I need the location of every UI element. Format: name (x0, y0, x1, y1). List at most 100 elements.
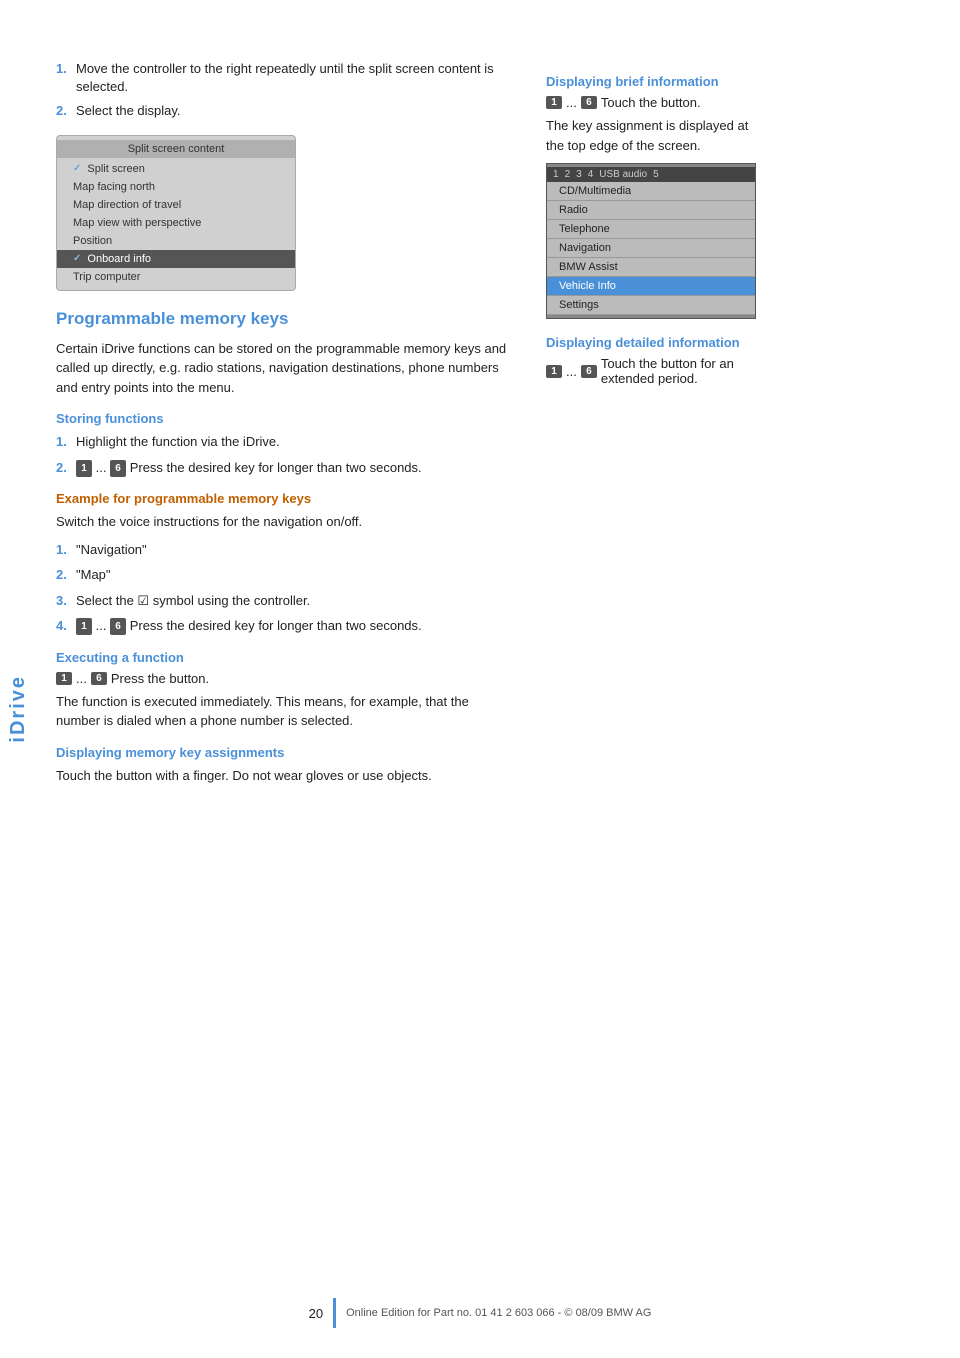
right-screen-topbar: 1 2 3 4 USB audio 5 (547, 167, 755, 182)
step-num-2: 2. (56, 102, 70, 120)
left-column: 1. Move the controller to the right repe… (56, 60, 516, 1318)
example-intro: Switch the voice instructions for the na… (56, 512, 516, 532)
screen-item-trip-label: Trip computer (73, 271, 140, 283)
intro-steps: 1. Move the controller to the right repe… (56, 60, 516, 121)
right-item-settings: Settings (547, 296, 755, 315)
example-heading: Example for programmable memory keys (56, 491, 516, 506)
check-icon-onboard: ✓ (73, 253, 81, 264)
screen-title-bar: Split screen content (57, 140, 295, 158)
example-step-2-num: 2. (56, 565, 70, 585)
key-badge-brief-1: 1 (546, 96, 562, 109)
check-icon-split: ✓ (73, 163, 81, 174)
screen-title-text: Split screen content (128, 143, 225, 155)
key-badge-1a: 1 (76, 460, 92, 477)
screen-item-split: ✓ Split screen (57, 160, 295, 178)
executing-suffix: Press the button. (111, 671, 209, 686)
storing-step-2: 2. 1 ... 6 Press the desired key for lon… (56, 458, 516, 478)
storing-step-1-num: 1. (56, 432, 70, 452)
brief-text: The key assignment is displayed at the t… (546, 116, 766, 155)
example-step-4-text: Press the desired key for longer than tw… (130, 618, 422, 633)
key-badge-6a: 6 (110, 460, 126, 477)
key-badge-6b: 6 (110, 618, 126, 635)
screen-item-position-label: Position (73, 235, 112, 247)
storing-step-2-num: 2. (56, 458, 70, 478)
main-content: 1. Move the controller to the right repe… (36, 0, 960, 1358)
programmable-intro: Certain iDrive functions can be stored o… (56, 339, 516, 398)
detailed-keys-line: 1 ... 6 Touch the button for an extended… (546, 356, 766, 386)
sidebar-label: iDrive (0, 0, 36, 1358)
screen-item-direction-label: Map direction of travel (73, 199, 181, 211)
sidebar-text: iDrive (7, 675, 30, 743)
example-step-3: 3. Select the ☑ symbol using the control… (56, 591, 516, 611)
right-item-navigation: Navigation (547, 239, 755, 258)
programmable-heading: Programmable memory keys (56, 309, 516, 329)
example-step-2-text: "Map" (76, 565, 111, 585)
right-item-radio: Radio (547, 201, 755, 220)
topbar-4: 4 (588, 169, 594, 180)
intro-step-2: 2. Select the display. (56, 102, 516, 120)
screen-item-split-label: Split screen (87, 163, 144, 175)
topbar-usb: USB audio (599, 169, 647, 180)
page-container: iDrive 1. Move the controller to the rig… (0, 0, 960, 1358)
topbar-3: 3 (576, 169, 582, 180)
brief-keys-line: 1 ... 6 Touch the button. (546, 95, 766, 110)
executing-text: The function is executed immediately. Th… (56, 692, 516, 731)
screen-item-trip: Trip computer (57, 268, 295, 286)
detailed-text: Touch the button for an extended period. (601, 356, 766, 386)
right-item-telephone: Telephone (547, 220, 755, 239)
right-item-cd: CD/Multimedia (547, 182, 755, 201)
screen-item-perspective-label: Map view with perspective (73, 217, 201, 229)
screen-item-perspective: Map view with perspective (57, 214, 295, 232)
key-badge-brief-6: 6 (581, 96, 597, 109)
screen-item-onboard-label: Onboard info (87, 253, 151, 265)
topbar-5: 5 (653, 169, 659, 180)
detailed-heading: Displaying detailed information (546, 335, 766, 350)
display-assignments-text: Touch the button with a finger. Do not w… (56, 766, 516, 786)
example-step-1-num: 1. (56, 540, 70, 560)
executing-ellipsis: ... (76, 671, 87, 686)
brief-heading: Displaying brief information (546, 74, 766, 89)
example-step-3-num: 3. (56, 591, 70, 611)
footer: 20 Online Edition for Part no. 01 41 2 6… (0, 1298, 960, 1328)
topbar-text: 1 (553, 169, 559, 180)
right-screen-mockup: 1 2 3 4 USB audio 5 CD/Multimedia Radio … (546, 163, 756, 319)
intro-step-1-text: Move the controller to the right repeate… (76, 60, 516, 96)
executing-heading: Executing a function (56, 650, 516, 665)
split-screen-mockup: Split screen content ✓ Split screen Map … (56, 135, 296, 291)
storing-heading: Storing functions (56, 411, 516, 426)
example-step-4-num: 4. (56, 616, 70, 636)
storing-step-2-text: Press the desired key for longer than tw… (130, 460, 422, 475)
intro-step-1: 1. Move the controller to the right repe… (56, 60, 516, 96)
page-number: 20 (309, 1306, 323, 1321)
example-step-1: 1. "Navigation" (56, 540, 516, 560)
screen-item-direction: Map direction of travel (57, 196, 295, 214)
storing-step-1: 1. Highlight the function via the iDrive… (56, 432, 516, 452)
brief-suffix: Touch the button. (601, 95, 701, 110)
example-step-3-text: Select the ☑ symbol using the controller… (76, 591, 310, 611)
example-step-1-text: "Navigation" (76, 540, 147, 560)
screen-item-onboard: ✓ Onboard info (57, 250, 295, 268)
right-item-bmw: BMW Assist (547, 258, 755, 277)
footer-divider (333, 1298, 336, 1328)
key-badge-1c: 1 (56, 672, 72, 685)
key-badge-6c: 6 (91, 672, 107, 685)
storing-step-2-content: 1 ... 6 Press the desired key for longer… (76, 458, 422, 478)
step-num-1: 1. (56, 60, 70, 96)
detailed-ellipsis: ... (566, 364, 577, 379)
right-item-vehicle: Vehicle Info (547, 277, 755, 296)
screen-item-position: Position (57, 232, 295, 250)
example-step-4-content: 1 ... 6 Press the desired key for longer… (76, 616, 422, 636)
storing-step-1-text: Highlight the function via the iDrive. (76, 432, 280, 452)
display-assignments-heading: Displaying memory key assignments (56, 745, 516, 760)
example-step-4: 4. 1 ... 6 Press the desired key for lon… (56, 616, 516, 636)
key-badge-1b: 1 (76, 618, 92, 635)
footer-copyright: Online Edition for Part no. 01 41 2 603 … (346, 1307, 651, 1319)
storing-ellipsis: ... (96, 460, 110, 475)
topbar-2: 2 (565, 169, 571, 180)
key-badge-detailed-1: 1 (546, 365, 562, 378)
brief-ellipsis: ... (566, 95, 577, 110)
screen-item-facing: Map facing north (57, 178, 295, 196)
example-step-4-ellipsis: ... (96, 618, 110, 633)
screen-item-facing-label: Map facing north (73, 181, 155, 193)
intro-step-2-text: Select the display. (76, 102, 181, 120)
